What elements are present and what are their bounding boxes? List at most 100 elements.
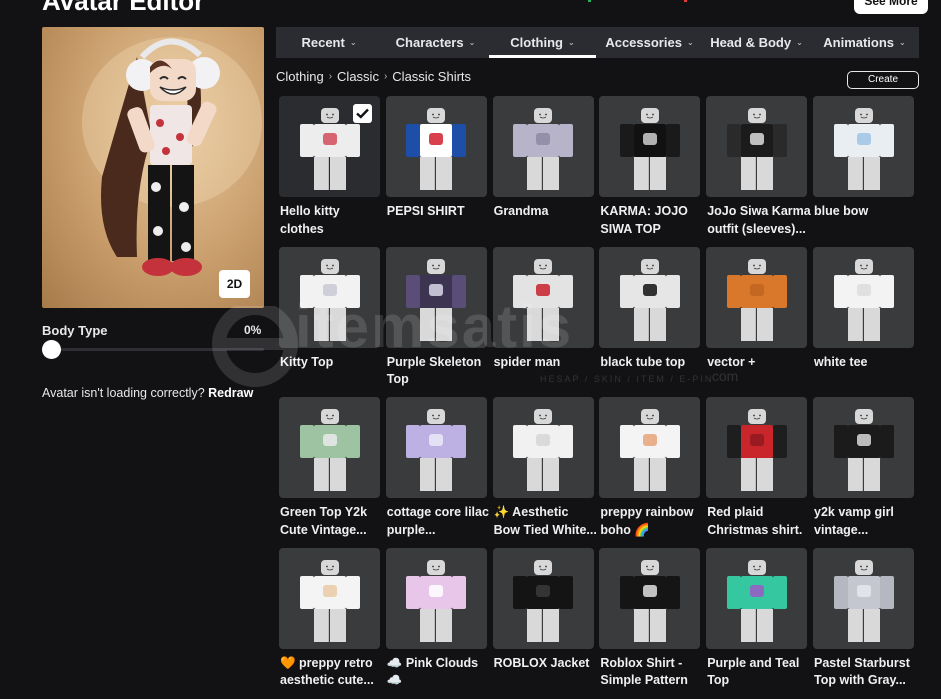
status-indicators — [588, 0, 688, 2]
item-name[interactable]: Hello kitty clothes — [280, 203, 384, 238]
item-thumbnail[interactable] — [279, 96, 380, 197]
item-name[interactable]: Roblox Shirt - Simple Pattern — [600, 655, 704, 690]
tab-recent[interactable]: Recent ⌄ — [276, 27, 382, 58]
item-name[interactable]: JoJo Siwa Karma outfit (sleeves)... — [707, 203, 811, 238]
item-name[interactable]: y2k vamp girl vintage... — [814, 504, 918, 539]
shirt-preview — [726, 258, 787, 343]
shirt-preview — [299, 559, 360, 644]
item-name[interactable]: white tee — [814, 354, 918, 372]
item-name[interactable]: Kitty Top — [280, 354, 384, 372]
item-name[interactable]: Purple and Teal Top — [707, 655, 811, 690]
shirt-preview — [726, 409, 787, 493]
shirt-preview — [833, 409, 894, 493]
item-name[interactable]: 🧡 preppy retro aesthetic cute... — [280, 655, 384, 690]
item-thumbnail[interactable] — [279, 246, 380, 348]
item-thumbnail[interactable] — [385, 96, 487, 197]
item-thumbnail[interactable] — [385, 547, 487, 649]
item-name[interactable]: ROBLOX Jacket — [494, 655, 598, 673]
body-type-value: 0% — [244, 323, 262, 337]
shirt-preview — [833, 559, 894, 644]
shirt-preview — [299, 409, 360, 493]
tab-accessories[interactable]: Accessories ⌄ — [596, 27, 703, 58]
item-name[interactable]: black tube top — [600, 354, 704, 372]
item-thumbnail[interactable] — [599, 397, 701, 498]
item-name[interactable]: Grandma — [494, 203, 598, 221]
avatar-preview[interactable]: 2D — [42, 27, 264, 308]
item-thumbnail[interactable] — [813, 397, 914, 498]
redraw-link[interactable]: Redraw — [208, 386, 253, 400]
body-type-slider-thumb[interactable] — [42, 340, 61, 359]
item-thumbnail[interactable] — [279, 547, 380, 649]
tab-label: Characters — [395, 35, 464, 50]
item-thumbnail[interactable] — [492, 96, 594, 197]
tab-label: Recent — [301, 35, 345, 50]
see-more-button[interactable]: See More — [854, 0, 928, 14]
item-name[interactable]: Purple Skeleton Top — [387, 354, 491, 389]
item-name[interactable]: blue bow — [814, 203, 918, 221]
item-name[interactable]: Green Top Y2k Cute Vintage... — [280, 504, 384, 539]
item-name[interactable]: ☁️ Pink Clouds ☁️ — [387, 655, 491, 690]
status-dot-green — [588, 0, 591, 2]
item-name[interactable]: KARMA: JOJO SIWA TOP — [600, 203, 704, 238]
item-thumbnail[interactable] — [599, 96, 701, 197]
breadcrumb: Clothing › Classic › Classic Shirts — [276, 69, 471, 84]
item-thumbnail[interactable] — [385, 397, 487, 498]
chevron-down-icon: ⌄ — [568, 38, 575, 47]
item-thumbnail[interactable] — [385, 246, 487, 348]
shirt-preview — [513, 108, 574, 192]
tab-label: Clothing — [510, 35, 563, 50]
item-thumbnail[interactable] — [706, 397, 808, 498]
item-name[interactable]: PEPSI SHIRT — [387, 203, 491, 221]
item-name[interactable]: Pastel Starburst Top with Gray... — [814, 655, 918, 690]
shirt-preview — [833, 258, 894, 343]
chevron-down-icon: ⌄ — [899, 38, 906, 47]
body-type-label: Body Type — [42, 323, 108, 338]
item-thumbnail[interactable] — [492, 397, 594, 498]
toggle-2d-button[interactable]: 2D — [219, 270, 250, 298]
page-title: Avatar Editor — [42, 0, 205, 16]
item-thumbnail[interactable] — [706, 246, 808, 348]
item-name[interactable]: cottage core lilac purple... — [387, 504, 491, 539]
breadcrumb-item: Classic Shirts — [392, 69, 472, 84]
tab-animations[interactable]: Animations ⌄ — [810, 27, 919, 58]
tab-clothing[interactable]: Clothing ⌄ — [489, 27, 596, 58]
shirt-preview — [726, 108, 787, 192]
shirt-preview — [726, 559, 787, 644]
shirt-preview — [619, 108, 680, 192]
item-thumbnail[interactable] — [492, 547, 594, 649]
shirt-preview — [619, 559, 680, 644]
item-name[interactable]: spider man — [494, 354, 598, 372]
breadcrumb-item[interactable]: Clothing — [276, 69, 324, 84]
item-thumbnail[interactable] — [813, 96, 914, 197]
item-thumbnail[interactable] — [706, 96, 808, 197]
breadcrumb-item[interactable]: Classic — [337, 69, 379, 84]
item-thumbnail[interactable] — [279, 397, 380, 498]
watermark-sub: HESAP / SKIN / ITEM / E-PIN — [540, 374, 714, 384]
item-thumbnail[interactable] — [492, 246, 594, 348]
tab-characters[interactable]: Characters ⌄ — [382, 27, 489, 58]
selected-check-icon — [353, 104, 372, 123]
item-name[interactable]: preppy rainbow boho 🌈 — [600, 504, 704, 539]
body-type-slider[interactable] — [50, 348, 264, 351]
chevron-right-icon: › — [328, 71, 333, 82]
item-thumbnail[interactable] — [813, 547, 914, 649]
tab-head-body[interactable]: Head & Body ⌄ — [703, 27, 810, 58]
category-tabs: Recent ⌄ Characters ⌄ Clothing ⌄ Accessories ⌄ H… — [276, 27, 919, 58]
create-button[interactable]: Create — [847, 71, 919, 89]
item-name[interactable]: ✨ Aesthetic Bow Tied White... — [494, 504, 598, 539]
item-name[interactable]: vector + — [707, 354, 811, 372]
shirt-preview — [406, 409, 467, 493]
item-thumbnail[interactable] — [813, 246, 914, 348]
item-name[interactable]: Red plaid Christmas shirt. — [707, 504, 811, 539]
loading-help: Avatar isn't loading correctly? Redraw — [42, 386, 253, 400]
tab-label: Accessories — [605, 35, 682, 50]
item-thumbnail[interactable] — [599, 246, 701, 348]
item-thumbnail[interactable] — [706, 547, 808, 649]
status-dot-red — [684, 0, 687, 2]
shirt-preview — [833, 108, 894, 192]
shirt-preview — [513, 409, 574, 493]
avatar-figure — [82, 37, 262, 276]
item-thumbnail[interactable] — [599, 547, 701, 649]
shirt-preview — [406, 108, 467, 192]
tab-label: Animations — [823, 35, 895, 50]
